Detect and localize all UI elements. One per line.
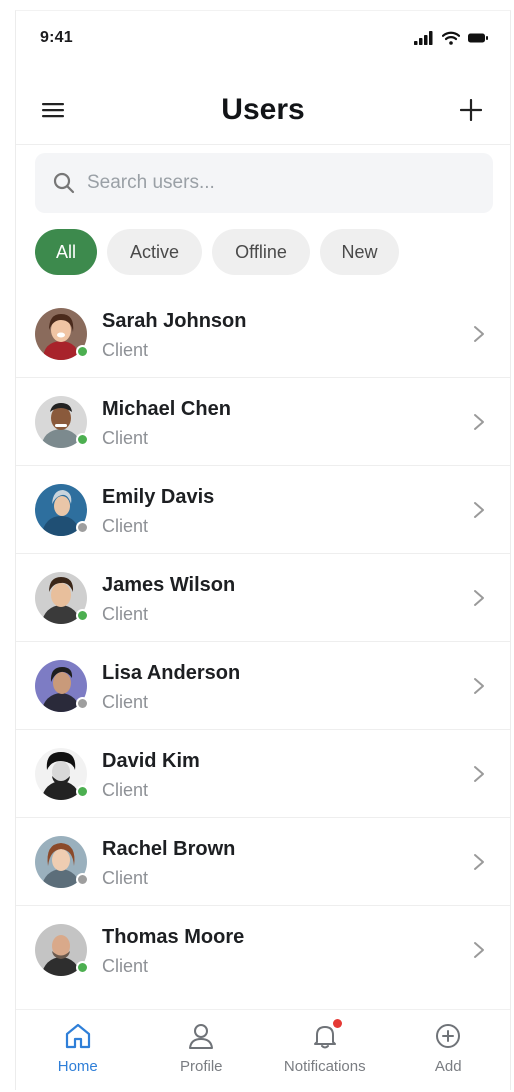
search-icon [53, 172, 75, 194]
nav-label: Home [57, 1058, 98, 1075]
notification-badge [332, 1019, 342, 1028]
chevron-right-icon [472, 324, 486, 344]
status-offline-dot [76, 521, 89, 534]
user-role: Client [102, 956, 149, 976]
chevron-right-icon [472, 412, 486, 432]
user-name: Lisa Anderson [102, 662, 241, 684]
user-name: James Wilson [102, 574, 236, 596]
chevron-right-icon [472, 940, 486, 960]
profile-icon [186, 1022, 216, 1050]
status-icons [414, 29, 488, 47]
avatar [35, 660, 89, 712]
user-row-rachel-brown[interactable]: Rachel Brown Client [16, 818, 510, 906]
status-bar: 9:41 [16, 11, 510, 67]
nav-label: Profile [179, 1058, 223, 1075]
chevron-right-icon [472, 676, 486, 696]
user-role: Client [102, 516, 149, 536]
user-row-thomas-moore[interactable]: Thomas Moore Client [16, 906, 510, 994]
user-row-emily-davis[interactable]: Emily Davis Client [16, 466, 510, 554]
avatar [35, 748, 89, 800]
filter-chips: All Active Offline New [35, 229, 399, 275]
user-name: Rachel Brown [102, 838, 236, 860]
nav-item-add[interactable]: Add [387, 1010, 511, 1091]
user-role: Client [102, 604, 149, 624]
plus-icon [459, 98, 483, 126]
status-time: 9:41 [40, 29, 73, 46]
chevron-right-icon [472, 588, 486, 608]
plus-circle-icon [433, 1022, 463, 1050]
battery-icon [468, 32, 488, 44]
user-role: Client [102, 340, 149, 360]
status-online-dot [76, 345, 89, 358]
filter-chip-active[interactable]: Active [107, 229, 202, 275]
filter-chip-all[interactable]: All [35, 229, 97, 275]
avatar [35, 924, 89, 976]
nav-label: Add [434, 1058, 462, 1075]
nav-item-home[interactable]: Home [16, 1010, 140, 1091]
filter-chip-new[interactable]: New [320, 229, 399, 275]
user-row-michael-chen[interactable]: Michael Chen Client [16, 378, 510, 466]
user-name: Thomas Moore [102, 926, 245, 948]
bottom-nav: Home Profile Notifications Add [16, 1009, 510, 1091]
filter-chip-offline[interactable]: Offline [212, 229, 310, 275]
status-online-dot [76, 785, 89, 798]
nav-item-profile[interactable]: Profile [140, 1010, 264, 1091]
user-row-sarah-johnson[interactable]: Sarah Johnson Client [16, 290, 510, 378]
wifi-icon [442, 31, 460, 45]
avatar [35, 572, 89, 624]
user-role: Client [102, 692, 149, 712]
avatar [35, 308, 89, 360]
status-online-dot [76, 609, 89, 622]
avatar [35, 836, 89, 888]
search-bar[interactable] [35, 153, 493, 213]
user-row-david-kim[interactable]: David Kim Client [16, 730, 510, 818]
chevron-right-icon [472, 500, 486, 520]
chevron-right-icon [472, 852, 486, 872]
status-online-dot [76, 433, 89, 446]
cellular-signal-icon [414, 31, 434, 45]
status-offline-dot [76, 873, 89, 886]
user-name: Emily Davis [102, 486, 215, 508]
nav-label: Notifications [283, 1058, 366, 1075]
avatar [35, 396, 89, 448]
page-title: Users [221, 93, 305, 126]
user-role: Client [102, 428, 149, 448]
app-screen: 9:41 Users Search users... All Active Of… [15, 10, 511, 1091]
search-input[interactable] [87, 172, 467, 194]
add-user-button[interactable] [454, 95, 488, 129]
user-name: Michael Chen [102, 398, 231, 420]
user-name: Sarah Johnson [102, 310, 247, 332]
user-role: Client [102, 780, 149, 800]
header: Users [16, 79, 510, 145]
user-list: Sarah Johnson Client Michael Chen Client… [16, 290, 510, 994]
status-online-dot [76, 961, 89, 974]
status-offline-dot [76, 697, 89, 710]
user-row-lisa-anderson[interactable]: Lisa Anderson Client [16, 642, 510, 730]
user-role: Client [102, 868, 149, 888]
user-name: David Kim [102, 750, 200, 772]
chevron-right-icon [472, 764, 486, 784]
avatar [35, 484, 89, 536]
user-row-james-wilson[interactable]: James Wilson Client [16, 554, 510, 642]
nav-item-notifications[interactable]: Notifications [263, 1010, 387, 1091]
home-icon [63, 1022, 93, 1050]
